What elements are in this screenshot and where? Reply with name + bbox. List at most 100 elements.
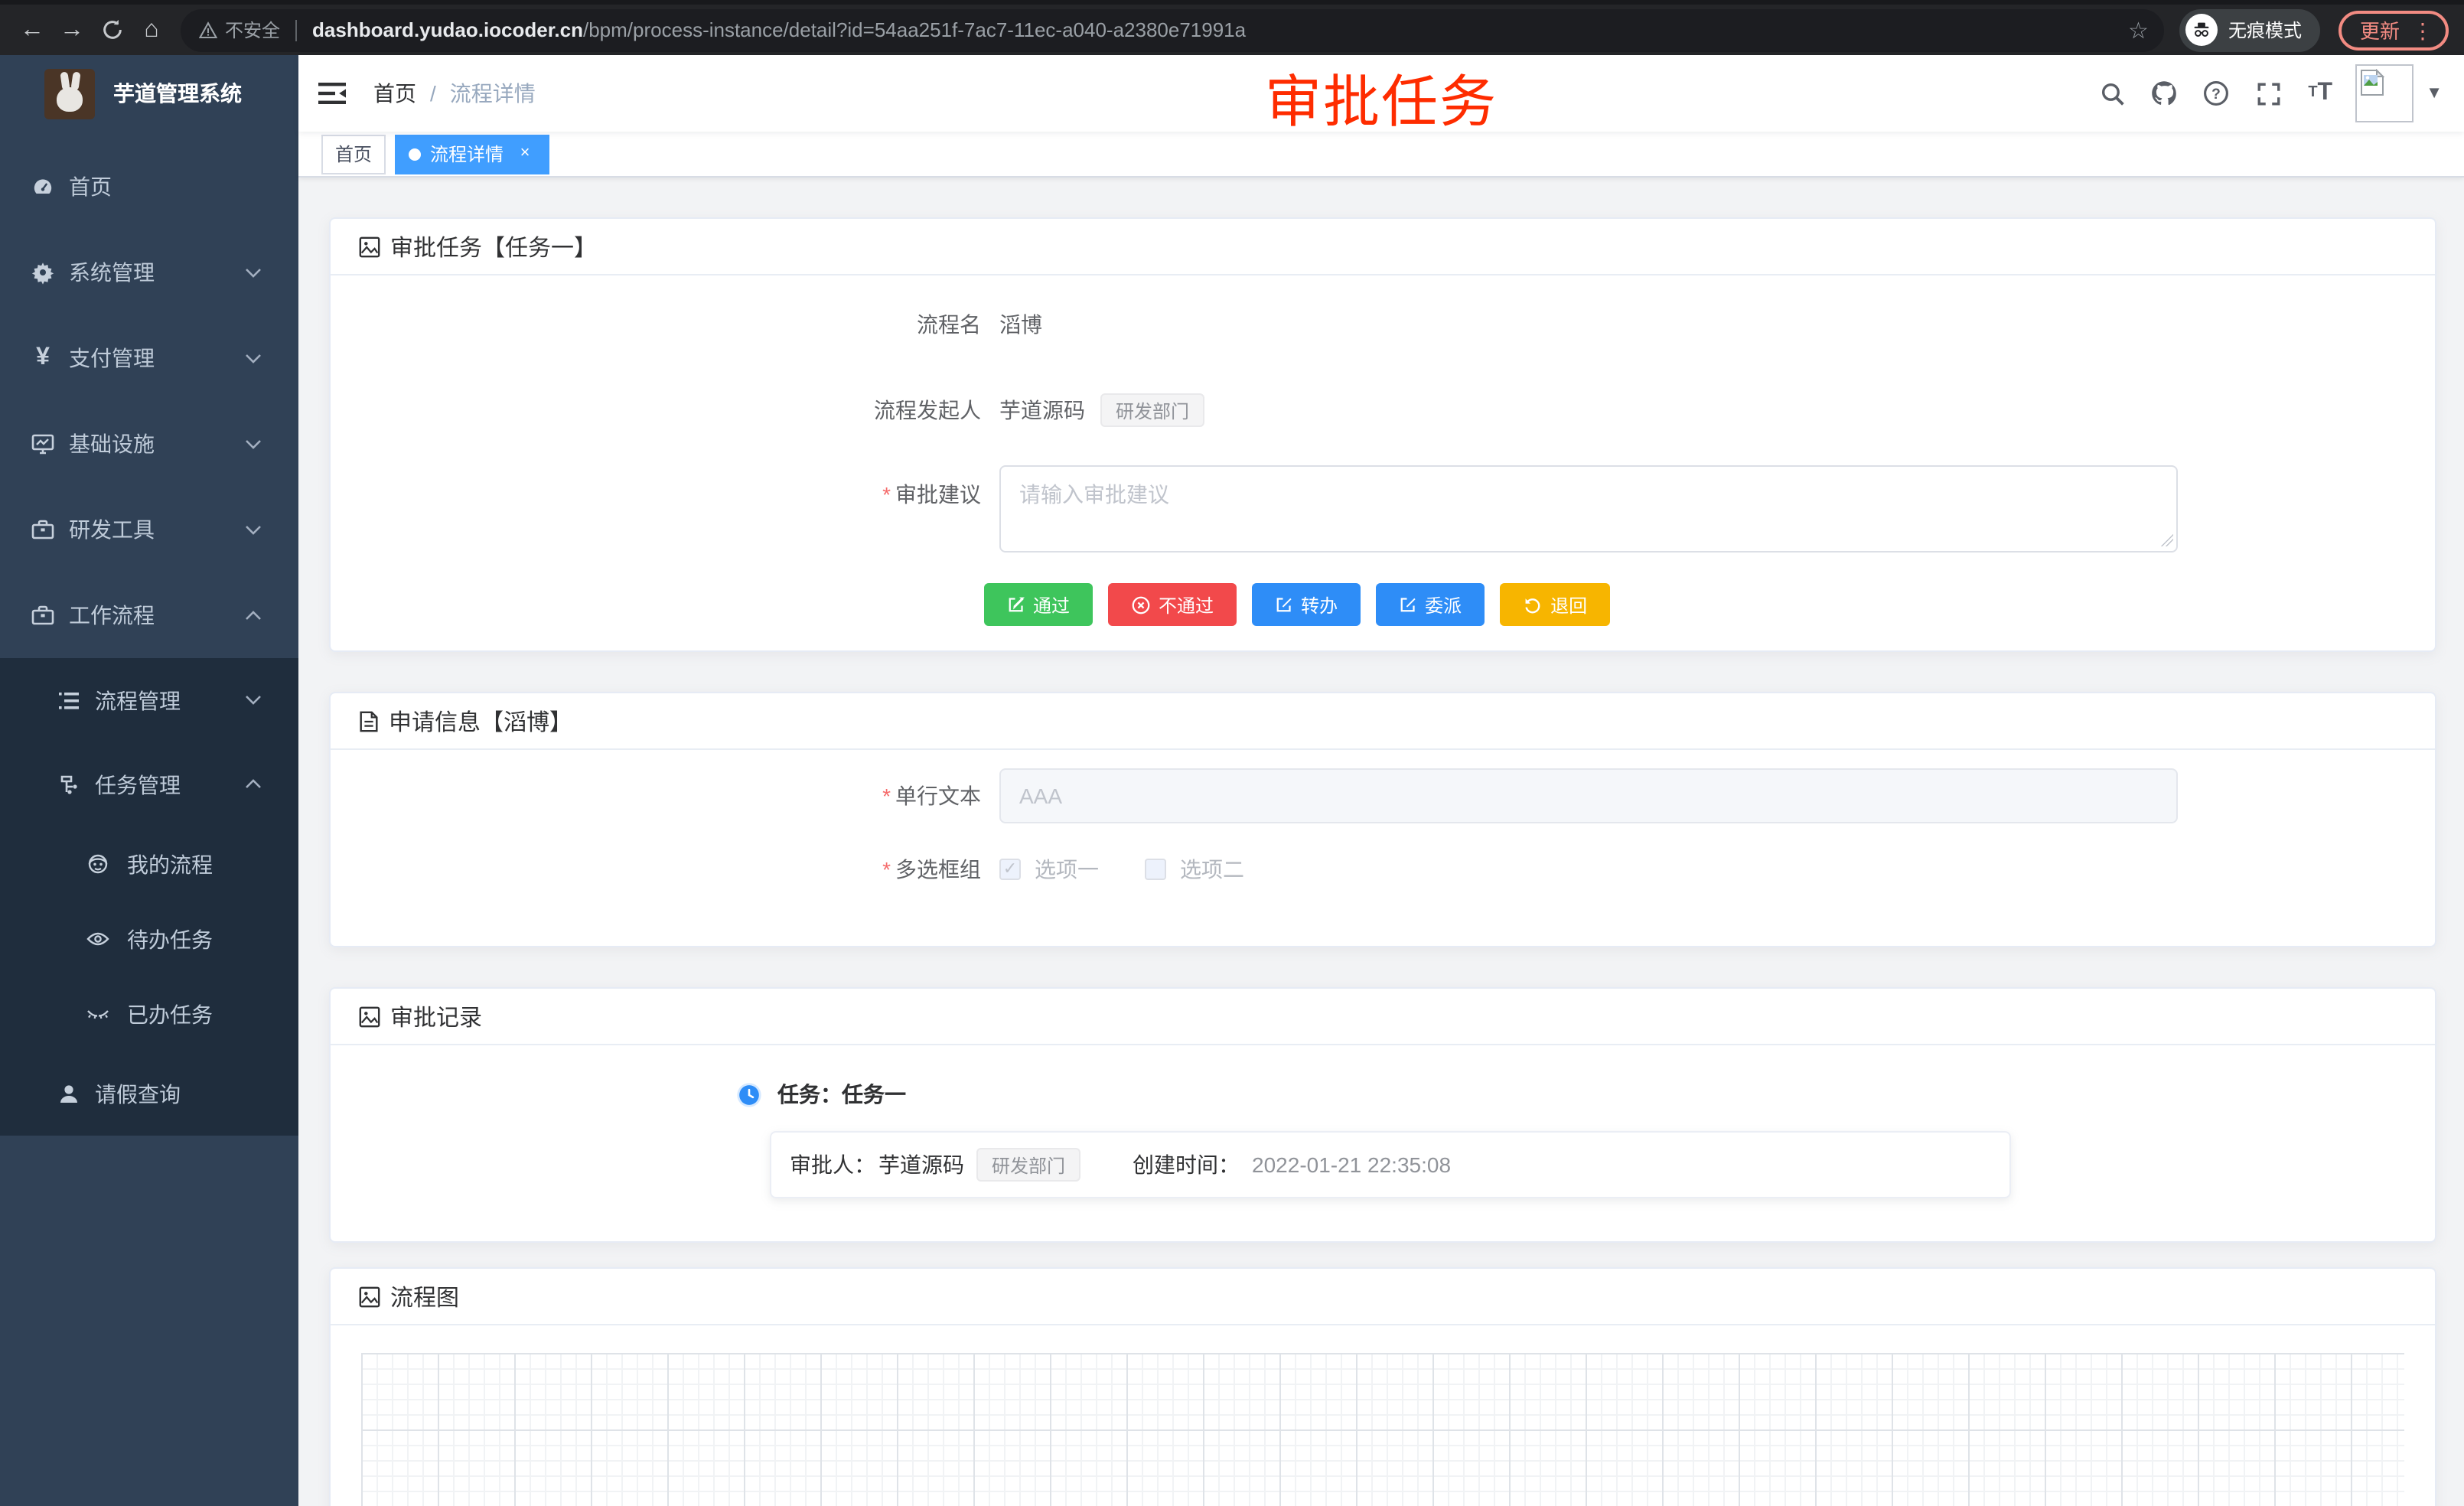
sidebar-item-infrastructure[interactable]: 基础设施 — [0, 401, 298, 487]
browser-update-button[interactable]: 更新 ⋮ — [2339, 10, 2449, 50]
sidebar-item-label: 流程管理 — [95, 685, 181, 716]
approve-button[interactable]: 通过 — [984, 583, 1093, 626]
bookmark-star-icon[interactable]: ☆ — [2128, 16, 2149, 44]
app-logo-row[interactable]: 芋道管理系统 — [0, 55, 298, 132]
fullscreen-icon — [2255, 80, 2281, 106]
sidebar-item-my-process[interactable]: 我的流程 — [0, 826, 298, 901]
avatar[interactable] — [2355, 64, 2413, 122]
app-logo — [44, 68, 95, 119]
required-asterisk: * — [882, 482, 891, 507]
font-size-button[interactable]: TT — [2294, 55, 2346, 132]
sidebar-item-workflow[interactable]: 工作流程 — [0, 572, 298, 658]
sidebar-item-devtools[interactable]: 研发工具 — [0, 487, 298, 572]
search-button[interactable] — [2086, 55, 2138, 132]
breadcrumb-home[interactable]: 首页 — [373, 78, 416, 109]
approve-label: 通过 — [1033, 592, 1070, 618]
return-button[interactable]: 退回 — [1500, 583, 1610, 626]
browser-home-button[interactable]: ⌂ — [132, 10, 171, 50]
sidebar-item-label: 基础设施 — [69, 429, 155, 459]
created-time-label: 创建时间： — [1133, 1149, 1240, 1180]
omnibox-divider — [295, 19, 297, 41]
app-title: 芋道管理系统 — [113, 78, 242, 109]
yen-icon: ¥ — [31, 346, 55, 370]
checkbox-group-label-wrap: *多选框组 — [331, 854, 999, 885]
fullscreen-button[interactable] — [2242, 55, 2294, 132]
breadcrumb-current: 流程详情 — [450, 78, 536, 109]
approver-dept-tag: 研发部门 — [976, 1148, 1080, 1182]
help-button[interactable]: ? — [2190, 55, 2242, 132]
initiator-value: 芋道源码 — [999, 395, 1085, 425]
card-header: 审批记录 — [331, 989, 2435, 1045]
text-field-label: 单行文本 — [895, 784, 981, 808]
page: ← → ⌂ 不安全 dashboard.yudao.iocoder.cn/bpm… — [0, 0, 2464, 1506]
sidebar: 芋道管理系统 首页 系统管理 ¥ — [0, 55, 298, 1506]
task-title: 任务：任务一 — [777, 1079, 906, 1110]
question-circle-icon: ? — [2202, 80, 2230, 107]
transfer-button[interactable]: 转办 — [1252, 583, 1361, 626]
browser-forward-button[interactable]: → — [52, 10, 92, 50]
sidebar-collapse-button[interactable] — [298, 81, 361, 106]
sidebar-item-todo-tasks[interactable]: 待办任务 — [0, 901, 298, 976]
briefcase-icon — [31, 603, 55, 628]
broken-image-icon — [2360, 69, 2384, 96]
card-header: 申请信息【滔博】 — [331, 693, 2435, 750]
workflow-submenu: 流程管理 任务管理 我的流程 — [0, 658, 298, 1136]
checkbox-group-label: 多选框组 — [895, 857, 981, 882]
browser-reload-button[interactable] — [92, 10, 132, 50]
delegate-button[interactable]: 委派 — [1376, 583, 1485, 626]
update-label: 更新 — [2360, 15, 2400, 44]
security-badge[interactable]: 不安全 — [199, 17, 280, 43]
approver-label: 审批人： — [790, 1149, 875, 1180]
return-label: 退回 — [1550, 592, 1587, 618]
active-tag-dot — [409, 148, 421, 160]
single-line-text-input — [999, 768, 2178, 823]
reject-button[interactable]: 不通过 — [1108, 583, 1237, 626]
checkbox-option-1: ✓ 选项一 — [999, 854, 1099, 885]
tag-process-detail[interactable]: 流程详情 × — [395, 134, 549, 174]
timeline-task-item: 任务：任务一 — [331, 1079, 2435, 1110]
checkbox-option-label: 选项二 — [1180, 854, 1244, 885]
browser-menu-icon[interactable]: ⋮ — [2412, 19, 2433, 41]
top-navbar: 首页 / 流程详情 审批任务 ? — [298, 55, 2464, 132]
sidebar-item-payment[interactable]: ¥ 支付管理 — [0, 315, 298, 401]
sidebar-item-label: 系统管理 — [69, 257, 155, 288]
approval-record-card: 审批记录 任务：任务一 审批人：芋道源码 研发部门 创建时间： 2022-01-… — [329, 987, 2436, 1243]
hamburger-icon — [318, 81, 346, 106]
security-label: 不安全 — [225, 17, 280, 43]
sidebar-item-label: 研发工具 — [69, 514, 155, 545]
delegate-label: 委派 — [1425, 592, 1462, 618]
sidebar-item-label: 待办任务 — [127, 924, 213, 954]
github-button[interactable] — [2138, 55, 2190, 132]
approval-actions: 通过 不通过 转办 委 — [331, 583, 2435, 626]
process-diagram-card: 流程图 — [329, 1267, 2436, 1506]
sidebar-item-process-mgmt[interactable]: 流程管理 — [0, 658, 298, 742]
sidebar-item-task-mgmt[interactable]: 任务管理 — [0, 742, 298, 826]
sidebar-item-system[interactable]: 系统管理 — [0, 230, 298, 315]
sidebar-item-leave-query[interactable]: 请假查询 — [0, 1051, 298, 1136]
monitor-icon — [31, 432, 55, 456]
tag-home[interactable]: 首页 — [321, 134, 386, 174]
gear-icon — [31, 260, 55, 285]
avatar-caret-icon[interactable]: ▼ — [2426, 84, 2443, 103]
edit-icon — [1007, 595, 1025, 614]
browser-back-button[interactable]: ← — [12, 10, 52, 50]
card-title: 申请信息【滔博】 — [389, 705, 572, 737]
list-tree-icon — [57, 688, 81, 712]
reject-label: 不通过 — [1159, 592, 1214, 618]
suggestion-textarea[interactable] — [999, 465, 2178, 553]
warning-icon — [199, 21, 217, 39]
address-bar[interactable]: 不安全 dashboard.yudao.iocoder.cn/bpm/proce… — [181, 8, 2164, 51]
created-time-value: 2022-01-21 22:35:08 — [1252, 1152, 1451, 1177]
org-tree-icon — [57, 772, 81, 797]
chevron-down-icon — [245, 267, 262, 278]
sidebar-item-done-tasks[interactable]: 已办任务 — [0, 976, 298, 1051]
bpmn-diagram-canvas[interactable] — [361, 1353, 2404, 1506]
card-title: 审批记录 — [390, 1000, 482, 1032]
document-icon — [358, 709, 380, 732]
navbar-actions: ? TT ▼ — [2086, 55, 2464, 132]
page-content: 审批任务【任务一】 流程名 滔博 流程发起人 芋道源码 研发部门 — [298, 178, 2464, 1506]
sidebar-item-home[interactable]: 首页 — [0, 144, 298, 230]
tag-close-icon[interactable]: × — [514, 143, 536, 165]
breadcrumb: 首页 / 流程详情 — [373, 78, 536, 109]
approval-task-card: 审批任务【任务一】 流程名 滔博 流程发起人 芋道源码 研发部门 — [329, 217, 2436, 652]
